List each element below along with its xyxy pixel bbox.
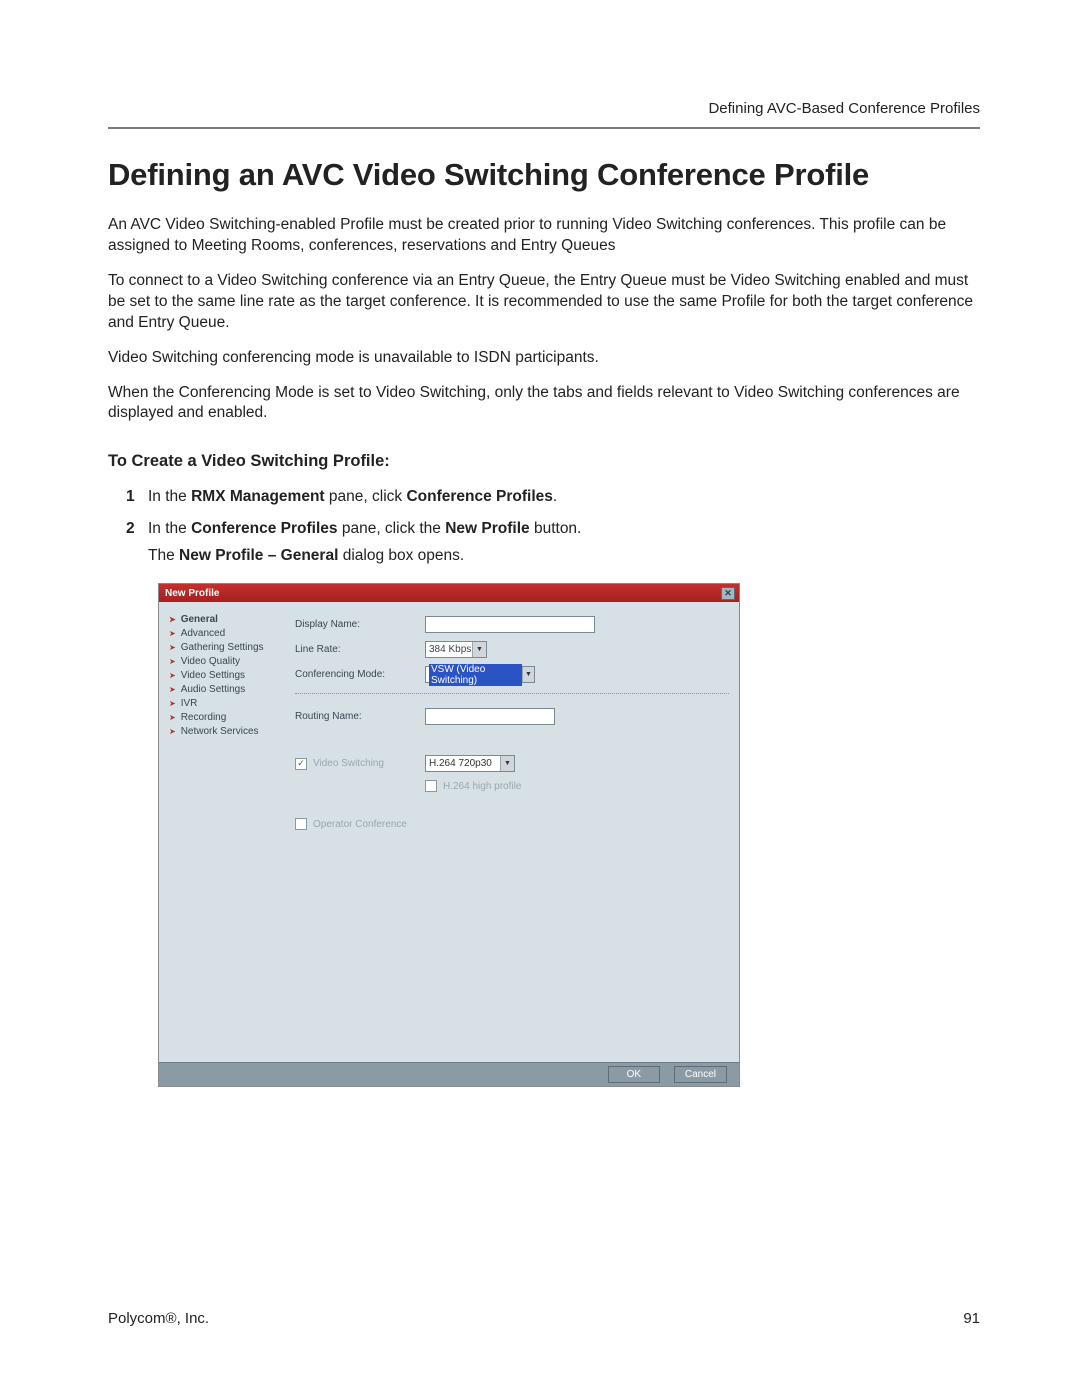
step-1: 1 In the RMX Management pane, click Conf… — [126, 485, 980, 508]
paragraph-4: When the Conferencing Mode is set to Vid… — [108, 383, 980, 425]
dialog-body: ➤General ➤Advanced ➤Gathering Settings ➤… — [159, 602, 739, 1062]
field-display-name: Display Name: — [295, 612, 729, 637]
step-number-1: 1 — [126, 485, 135, 508]
ok-button[interactable]: OK — [608, 1066, 660, 1083]
dialog-titlebar[interactable]: New Profile ✕ — [159, 584, 739, 602]
field-line-rate: Line Rate: 384 Kbps ▼ — [295, 637, 729, 662]
video-switching-checkbox[interactable]: ✓ — [295, 758, 307, 770]
paragraph-1: An AVC Video Switching-enabled Profile m… — [108, 215, 980, 257]
operator-conference-label: Operator Conference — [313, 819, 407, 830]
sidebar-item-video-quality[interactable]: ➤Video Quality — [169, 654, 285, 668]
step-2: 2 In the Conference Profiles pane, click… — [126, 517, 980, 568]
footer-company: Polycom®, Inc. — [108, 1310, 209, 1327]
display-name-input[interactable] — [425, 616, 595, 633]
chevron-down-icon: ▼ — [522, 667, 534, 682]
routing-name-input[interactable] — [425, 708, 555, 725]
chevron-right-icon: ➤ — [169, 713, 176, 722]
operator-conference-checkbox[interactable] — [295, 818, 307, 830]
h264-high-profile-label: H.264 high profile — [443, 781, 521, 792]
field-routing-name: Routing Name: — [295, 704, 729, 729]
dialog-footer: OK Cancel — [159, 1062, 739, 1086]
sidebar-item-general[interactable]: ➤General — [169, 612, 285, 626]
field-h264-high-profile: H.264 high profile — [295, 776, 729, 796]
sidebar-item-audio-settings[interactable]: ➤Audio Settings — [169, 682, 285, 696]
field-video-switching: ✓ Video Switching H.264 720p30 ▼ — [295, 751, 729, 776]
paragraph-2: To connect to a Video Switching conferen… — [108, 271, 980, 334]
h264-high-profile-checkbox[interactable] — [425, 780, 437, 792]
sidebar-item-advanced[interactable]: ➤Advanced — [169, 626, 285, 640]
chevron-right-icon: ➤ — [169, 699, 176, 708]
dialog-main-panel: Display Name: Line Rate: 384 Kbps ▼ Conf… — [289, 602, 739, 1062]
line-rate-label: Line Rate: — [295, 644, 425, 655]
field-operator-conference: Operator Conference — [295, 814, 729, 834]
conferencing-mode-label: Conferencing Mode: — [295, 669, 425, 680]
step-1-text: In the RMX Management pane, click Confer… — [148, 488, 557, 505]
chevron-right-icon: ➤ — [169, 615, 176, 624]
page-header-section: Defining AVC-Based Conference Profiles — [108, 100, 980, 117]
routing-name-label: Routing Name: — [295, 711, 425, 722]
header-rule — [108, 127, 980, 129]
field-conferencing-mode: Conferencing Mode: VSW (Video Switching)… — [295, 662, 729, 687]
video-switching-label: Video Switching — [313, 758, 384, 769]
chevron-right-icon: ➤ — [169, 643, 176, 652]
cancel-button[interactable]: Cancel — [674, 1066, 727, 1083]
line-rate-select[interactable]: 384 Kbps ▼ — [425, 641, 487, 658]
display-name-label: Display Name: — [295, 619, 425, 630]
dialog-title: New Profile — [165, 588, 219, 599]
chevron-right-icon: ➤ — [169, 629, 176, 638]
procedure-steps: 1 In the RMX Management pane, click Conf… — [108, 485, 980, 567]
chevron-right-icon: ➤ — [169, 671, 176, 680]
footer-page-number: 91 — [963, 1310, 980, 1327]
chevron-right-icon: ➤ — [169, 657, 176, 666]
video-switching-codec-select[interactable]: H.264 720p30 ▼ — [425, 755, 515, 772]
step-2-text: In the Conference Profiles pane, click t… — [148, 520, 581, 537]
chevron-down-icon: ▼ — [500, 756, 514, 771]
new-profile-dialog: New Profile ✕ ➤General ➤Advanced ➤Gather… — [158, 583, 740, 1087]
dialog-sidebar: ➤General ➤Advanced ➤Gathering Settings ➤… — [159, 602, 289, 1062]
sidebar-item-gathering-settings[interactable]: ➤Gathering Settings — [169, 640, 285, 654]
close-icon[interactable]: ✕ — [721, 587, 735, 600]
page-title: Defining an AVC Video Switching Conferen… — [108, 157, 980, 193]
chevron-down-icon: ▼ — [472, 642, 486, 657]
chevron-right-icon: ➤ — [169, 727, 176, 736]
chevron-right-icon: ➤ — [169, 685, 176, 694]
sidebar-item-video-settings[interactable]: ➤Video Settings — [169, 668, 285, 682]
separator — [295, 693, 729, 694]
paragraph-3: Video Switching conferencing mode is una… — [108, 348, 980, 369]
sidebar-item-ivr[interactable]: ➤IVR — [169, 696, 285, 710]
sidebar-item-recording[interactable]: ➤Recording — [169, 710, 285, 724]
step-number-2: 2 — [126, 517, 135, 540]
page-footer: Polycom®, Inc. 91 — [108, 1310, 980, 1327]
conferencing-mode-select[interactable]: VSW (Video Switching) ▼ — [425, 666, 535, 683]
section-title: Defining AVC-Based Conference Profiles — [708, 100, 980, 117]
step-2-result: The New Profile – General dialog box ope… — [148, 544, 980, 567]
sidebar-item-network-services[interactable]: ➤Network Services — [169, 724, 285, 738]
procedure-heading: To Create a Video Switching Profile: — [108, 452, 980, 471]
